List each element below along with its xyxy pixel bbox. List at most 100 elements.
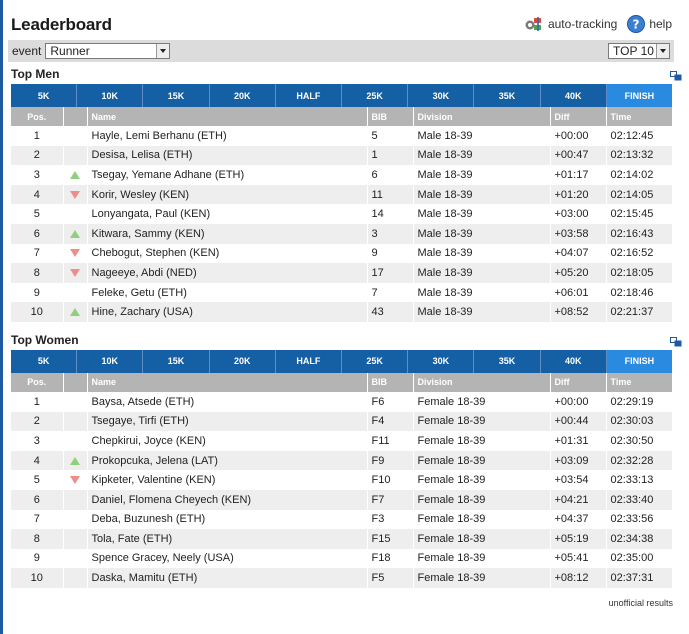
name-cell: Kipketer, Valentine (KEN) xyxy=(87,470,368,490)
name-cell: Tola, Fate (ETH) xyxy=(87,529,368,549)
diff-cell: +01:17 xyxy=(550,165,607,185)
table-row[interactable]: 2 Desisa, Lelisa (ETH) 1 Male 18-39 +00:47 02… xyxy=(11,145,673,166)
name-cell: Daniel, Flomena Cheyech (KEN) xyxy=(87,489,368,510)
diff-cell: +00:44 xyxy=(550,411,607,432)
table-row[interactable]: 2 Tsegaye, Tirfi (ETH) F4 Female 18-39 +00:4… xyxy=(11,411,673,432)
event-select[interactable]: Runner xyxy=(45,43,171,59)
position-cell: 1 xyxy=(11,391,64,412)
table-row[interactable]: 8 Tola, Fate (ETH) F15 Female 18-39 +05:19 02… xyxy=(11,529,673,549)
men-tab-35k[interactable]: 35K xyxy=(474,84,541,107)
position-cell: 5 xyxy=(11,470,64,490)
diff-cell: +03:09 xyxy=(550,450,607,471)
table-row[interactable]: 9 Spence Gracey, Neely (USA) F18 Female 18-… xyxy=(11,548,673,569)
table-row[interactable]: 6 Kitwara, Sammy (KEN) 3 Male 18-39 +03:58 02… xyxy=(11,223,673,244)
table-row[interactable]: 5 Kipketer, Valentine (KEN) F10 Female 18-3… xyxy=(11,470,673,490)
trend-cell xyxy=(63,411,88,432)
division-cell: Female 18-39 xyxy=(413,568,551,588)
table-row[interactable]: 7 Deba, Buzunesh (ETH) F3 Female 18-39 +04:3… xyxy=(11,509,673,530)
position-cell: 5 xyxy=(11,204,64,224)
column-header: Name xyxy=(87,107,368,126)
table-row[interactable]: 4 Korir, Wesley (KEN) 11 Male 18-39 +01:20 02… xyxy=(11,184,673,205)
time-cell: 02:21:37 xyxy=(606,302,673,322)
women-tab-30k[interactable]: 30K xyxy=(408,349,475,373)
division-cell: Male 18-39 xyxy=(413,204,551,224)
diff-cell: +05:19 xyxy=(550,529,607,549)
women-tab-finish[interactable]: FINISH xyxy=(606,349,673,373)
toolbar: auto-tracking ? help xyxy=(524,15,672,33)
women-tab-half[interactable]: HALF xyxy=(275,349,343,373)
help-label: help xyxy=(649,17,672,31)
women-tab-5k[interactable]: 5K xyxy=(11,349,78,373)
name-cell: Daska, Mamitu (ETH) xyxy=(87,568,368,588)
footer-note: unofficial results xyxy=(608,598,673,608)
table-row[interactable]: 10 Hine, Zachary (USA) 43 Male 18-39 +08:52 0… xyxy=(11,302,673,322)
bib-cell: F10 xyxy=(367,470,414,490)
page-title: Leaderboard xyxy=(11,15,112,34)
trend-cell xyxy=(63,489,88,510)
column-header: Pos. xyxy=(11,107,64,126)
women-tab-25k[interactable]: 25K xyxy=(342,349,409,373)
time-cell: 02:30:03 xyxy=(606,411,673,432)
position-cell: 9 xyxy=(11,282,64,303)
division-cell: Male 18-39 xyxy=(413,184,551,205)
bib-cell: 9 xyxy=(367,243,414,264)
men-tab-10k[interactable]: 10K xyxy=(77,84,144,107)
table-row[interactable]: 5 Lonyangata, Paul (KEN) 14 Male 18-39 +03:0… xyxy=(11,204,673,224)
division-cell: Female 18-39 xyxy=(413,391,551,412)
position-cell: 4 xyxy=(11,184,64,205)
bib-cell: F4 xyxy=(367,411,414,432)
top-select[interactable]: TOP 10 xyxy=(608,43,670,59)
position-cell: 3 xyxy=(11,431,64,451)
trend-cell xyxy=(63,450,88,471)
chevron-down-icon xyxy=(156,44,170,58)
division-cell: Female 18-39 xyxy=(413,489,551,510)
women-tab-10k[interactable]: 10K xyxy=(77,349,144,373)
men-tab-25k[interactable]: 25K xyxy=(342,84,409,107)
men-tab-30k[interactable]: 30K xyxy=(408,84,475,107)
trend-cell xyxy=(63,391,88,412)
expand-icon[interactable] xyxy=(670,334,682,352)
division-cell: Male 18-39 xyxy=(413,263,551,283)
diff-cell: +05:41 xyxy=(550,548,607,569)
time-cell: 02:35:00 xyxy=(606,548,673,569)
table-row[interactable]: 10 Daska, Mamitu (ETH) F5 Female 18-39 +08:1… xyxy=(11,568,673,588)
position-cell: 6 xyxy=(11,489,64,510)
trend-cell xyxy=(63,509,88,530)
name-cell: Tsegaye, Tirfi (ETH) xyxy=(87,411,368,432)
men-tab-15k[interactable]: 15K xyxy=(143,84,210,107)
table-row[interactable]: 1 Baysa, Atsede (ETH) F6 Female 18-39 +00:00… xyxy=(11,391,673,412)
men-tab-half[interactable]: HALF xyxy=(275,84,343,107)
women-tab-20k[interactable]: 20K xyxy=(209,349,276,373)
trend-cell xyxy=(63,431,88,451)
table-row[interactable]: 3 Tsegay, Yemane Adhane (ETH) 6 Male 18-39 +… xyxy=(11,165,673,185)
arrow-down-icon xyxy=(70,190,80,199)
name-cell: Deba, Buzunesh (ETH) xyxy=(87,509,368,530)
name-cell: Prokopcuka, Jelena (LAT) xyxy=(87,450,368,471)
table-row[interactable]: 7 Chebogut, Stephen (KEN) 9 Male 18-39 +04:0… xyxy=(11,243,673,264)
division-cell: Female 18-39 xyxy=(413,450,551,471)
men-tab-40k[interactable]: 40K xyxy=(540,84,607,107)
position-cell: 2 xyxy=(11,411,64,432)
table-row[interactable]: 9 Feleke, Getu (ETH) 7 Male 18-39 +06:01 02:1… xyxy=(11,282,673,303)
men-tab-20k[interactable]: 20K xyxy=(209,84,276,107)
bib-cell: F9 xyxy=(367,450,414,471)
bib-cell: F15 xyxy=(367,529,414,549)
women-tab-35k[interactable]: 35K xyxy=(474,349,541,373)
table-row[interactable]: 1 Hayle, Lemi Berhanu (ETH) 5 Male 18-39 +00… xyxy=(11,126,673,146)
name-cell: Feleke, Getu (ETH) xyxy=(87,282,368,303)
position-cell: 1 xyxy=(11,126,64,146)
help-button[interactable]: ? help xyxy=(627,15,672,33)
men-tab-5k[interactable]: 5K xyxy=(11,84,78,107)
men-tab-finish[interactable]: FINISH xyxy=(606,84,673,107)
table-row[interactable]: 8 Nageeye, Abdi (NED) 17 Male 18-39 +05:20 02… xyxy=(11,263,673,283)
table-row[interactable]: 4 Prokopcuka, Jelena (LAT) F9 Female 18-39 +… xyxy=(11,450,673,471)
svg-text:?: ? xyxy=(633,18,640,32)
diff-cell: +00:00 xyxy=(550,126,607,146)
auto-tracking-button[interactable]: auto-tracking xyxy=(524,16,617,32)
column-header: Division xyxy=(413,107,551,126)
women-tab-15k[interactable]: 15K xyxy=(143,349,210,373)
women-tab-40k[interactable]: 40K xyxy=(540,349,607,373)
expand-icon[interactable] xyxy=(670,68,682,86)
table-row[interactable]: 3 Chepkirui, Joyce (KEN) F11 Female 18-39 +0… xyxy=(11,431,673,451)
table-row[interactable]: 6 Daniel, Flomena Cheyech (KEN) F7 Female 1… xyxy=(11,489,673,510)
